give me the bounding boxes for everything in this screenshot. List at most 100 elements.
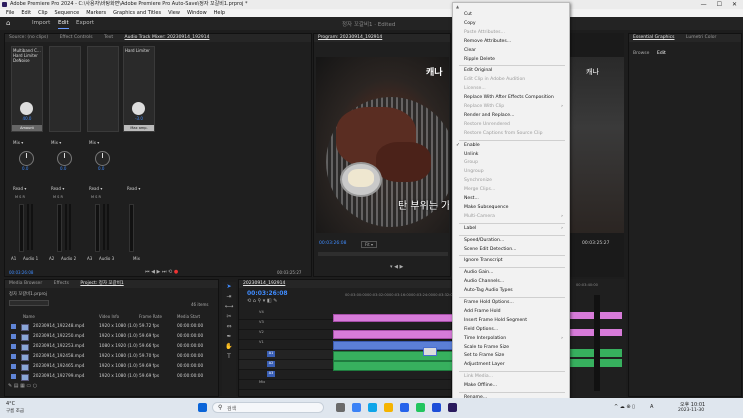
menu-item-remove-attributes[interactable]: Remove Attributes... [464,38,565,46]
menu-item-replace-with-after-effects-composition[interactable]: Replace With After Effects Composition [464,94,565,102]
clip-v2[interactable] [333,330,455,339]
menu-item-insert-frame-hold-segment[interactable]: Insert Frame Hold Segment [464,317,565,325]
weather-temp[interactable]: 4°C [6,401,15,407]
tab-text[interactable]: Text [104,35,113,40]
tab-edit[interactable]: Edit [58,20,69,29]
col-frame-rate[interactable]: Frame Rate [139,314,162,319]
menu-window[interactable]: Window [187,9,207,17]
tray-icons[interactable]: ^ ☁ ⊕ ▯ [614,404,635,410]
effect-slot-3[interactable] [87,46,119,132]
preset-knob-icon[interactable] [20,102,33,115]
chrome-icon[interactable] [352,403,361,412]
automation-dropdown-mix[interactable]: Read ▾ [127,186,140,191]
tab-effect-controls[interactable]: Effect Controls [60,35,93,40]
premiere-taskbar-icon[interactable] [448,403,457,412]
store-icon[interactable] [400,403,409,412]
tab-program[interactable]: Program: 20230914_192914 [318,35,382,40]
menu-item-enable[interactable]: Enable ✓ [456,142,565,150]
effect-slot-mix[interactable]: Hard Limiter -3.0 Max amp. [123,46,155,132]
slip-icon[interactable]: ⇔ [222,322,236,332]
menu-item-adjustment-layer[interactable]: Adjustment Layer [464,361,565,369]
menu-item-make-offline[interactable]: Make Offline... [464,382,565,390]
menu-item-frame-hold-options[interactable]: Frame Hold Options... [464,299,565,307]
automation-dropdown-3[interactable]: Read ▾ [89,186,102,191]
menu-item-make-subsequence[interactable]: Make Subsequence [464,204,565,212]
menu-edit[interactable]: Edit [21,9,31,17]
tab-essential-graphics[interactable]: Essential Graphics [633,35,674,40]
tab-effects[interactable]: Effects [54,281,69,286]
app-icon[interactable] [416,403,425,412]
tab-audio-mixer[interactable]: Audio Track Mixer: 20230914_192914 [125,35,210,40]
selection-tool-icon[interactable]: ➤ [222,282,236,292]
menu-item-speed-duration[interactable]: Speed/Duration... [464,237,565,245]
program-timecode[interactable]: 00:03:26:08 [319,241,346,246]
clock-date[interactable]: 2023-11-30 [678,408,704,413]
pen-icon[interactable]: ✒ [222,332,236,342]
tab-export[interactable]: Export [76,20,94,26]
label-color-swatch[interactable] [11,374,16,379]
menu-item-edit-original[interactable]: Edit Original [464,67,565,75]
type-icon[interactable]: T [222,352,236,362]
menu-item-ripple-delete[interactable]: Ripple Delete [464,56,565,64]
project-item-row[interactable]: 20230914_192253.mp4 1080 x 1920 (1.0) 59.6… [9,342,219,351]
volume-fader-3[interactable] [95,204,100,252]
tab-lumetri-color[interactable]: Lumetri Color [686,35,716,40]
menu-clip[interactable]: Clip [38,9,47,17]
mix-dropdown-1[interactable]: Mix ▾ [13,140,23,145]
col-media-start[interactable]: Media Start [177,314,200,319]
pan-knob-3[interactable] [95,151,110,166]
label-color-swatch[interactable] [11,364,16,369]
pan-knob-1[interactable] [19,151,34,166]
menu-item-clear[interactable]: Clear [464,47,565,55]
photoshop-icon[interactable] [432,403,441,412]
home-icon[interactable]: ⌂ [6,19,10,27]
program-video-frame[interactable]: 캐나 탄 부위는 가 [316,57,449,233]
menu-help[interactable]: Help [214,9,225,17]
menu-item-audio-channels[interactable]: Audio Channels... [464,278,565,286]
pan-value-1[interactable]: 0.0 [22,166,28,171]
pan-knob-2[interactable] [57,151,72,166]
clip-a2[interactable] [333,361,455,371]
col-video-info[interactable]: Video Info [99,314,119,319]
menu-sequence[interactable]: Sequence [55,9,80,17]
tab-source[interactable]: Source: (no clips) [9,35,48,40]
project-item-row[interactable]: 20230914_192250.mp4 1920 x 1080 (1.0) 59.6… [9,332,219,341]
automation-dropdown-2[interactable]: Read ▾ [51,186,64,191]
selected-clip[interactable] [423,347,437,356]
mix-dropdown-2[interactable]: Mix ▾ [51,140,61,145]
menu-item-auto-tag-audio-types[interactable]: Auto-Tag Audio Types [464,287,565,295]
mix-dropdown-3[interactable]: Mix ▾ [89,140,99,145]
project-item-row[interactable]: 20230914_192248.mp4 1920 x 1080 (1.0) 59.7… [9,322,219,331]
menu-item-scene-edit-detection[interactable]: Scene Edit Detection... [464,246,565,254]
menu-item-render-and-replace[interactable]: Render and Replace... [464,112,565,120]
task-view-icon[interactable] [336,403,345,412]
menu-markers[interactable]: Markers [86,9,106,17]
col-name[interactable]: Name [23,314,35,319]
mute-solo-1[interactable]: M S R [15,195,25,199]
fit-dropdown[interactable]: Fit ▾ [361,241,377,248]
label-color-swatch[interactable] [11,324,16,329]
label-color-swatch[interactable] [11,344,16,349]
project-item-row[interactable]: 20230914_192799.mp4 1920 x 1080 (1.0) 59.6… [9,372,219,381]
project-item-row[interactable]: 20230914_192465.mp4 1920 x 1080 (1.0) 59.6… [9,362,219,371]
clip-v3[interactable] [333,314,455,322]
minimize-button[interactable]: — [701,0,707,9]
track-a3[interactable]: A3 [239,370,453,380]
program-scrubber[interactable] [318,252,448,256]
project-item-row[interactable]: 20230914_192458.mp4 1920 x 1080 (1.0) 59.7… [9,352,219,361]
project-footer-icons[interactable]: ✎ ▤ ▦ ▭ ○ [8,383,37,389]
menu-item-ignore-transcript[interactable]: Ignore Transcript [464,257,565,265]
menu-item-set-to-frame-size[interactable]: Set to Frame Size [464,352,565,360]
program-transport[interactable]: ▾ ◀ ▶ [390,264,403,270]
weather-desc[interactable]: 구름 조금 [6,408,24,414]
menu-graphics[interactable]: Graphics and Titles [113,9,161,17]
razor-icon[interactable]: ✂ [222,312,236,322]
taskbar-search-input[interactable]: ⚲ 검색 [212,402,324,413]
menu-item-scale-to-frame-size[interactable]: Scale to Frame Size [464,344,565,352]
menu-file[interactable]: File [6,9,14,17]
file-explorer-icon[interactable] [384,403,393,412]
menu-item-label[interactable]: Label › [464,225,565,233]
ime-indicator[interactable]: A [650,404,653,410]
timeline-timecode[interactable]: 00:03:26:08 [247,290,288,297]
tab-media-browser[interactable]: Media Browser [9,281,42,286]
